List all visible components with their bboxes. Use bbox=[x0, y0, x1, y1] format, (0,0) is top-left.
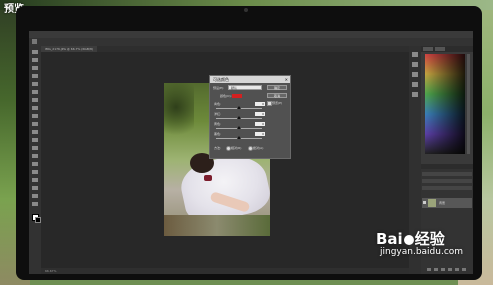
zoom-tool-icon[interactable] bbox=[32, 202, 38, 206]
slider-value[interactable]: 0 bbox=[255, 102, 265, 106]
slider-value[interactable]: 0 bbox=[255, 112, 265, 116]
pen-tool-icon[interactable] bbox=[32, 162, 38, 166]
fx-icon[interactable] bbox=[434, 268, 438, 271]
slider-label: 黑色: bbox=[214, 132, 222, 136]
crop-tool-icon[interactable] bbox=[32, 82, 38, 86]
hand-tool-icon[interactable] bbox=[32, 194, 38, 198]
layer-thumbnail bbox=[428, 199, 436, 207]
color-spectrum[interactable] bbox=[425, 54, 465, 154]
brand-right: 经验 bbox=[414, 230, 445, 248]
layers-footer bbox=[421, 268, 473, 272]
brush-tool-icon[interactable] bbox=[32, 106, 38, 110]
lasso-tool-icon[interactable] bbox=[32, 66, 38, 70]
slider-knob[interactable] bbox=[237, 106, 241, 109]
color-slider[interactable] bbox=[467, 54, 470, 154]
cancel-button[interactable]: 取消 bbox=[267, 93, 287, 98]
eraser-tool-icon[interactable] bbox=[32, 130, 38, 134]
slider-knob[interactable] bbox=[237, 136, 241, 139]
preset-select[interactable]: 默认 bbox=[228, 85, 262, 90]
marquee-tool-icon[interactable] bbox=[32, 58, 38, 62]
options-bar bbox=[29, 38, 473, 46]
tab-swatches[interactable] bbox=[435, 47, 445, 51]
move-tool-icon[interactable] bbox=[32, 50, 38, 54]
menu-bar[interactable] bbox=[29, 31, 473, 38]
dialog-title: 可选颜色 bbox=[210, 76, 290, 83]
toolbar bbox=[29, 46, 41, 274]
folder-icon[interactable] bbox=[455, 268, 459, 271]
relative-label: 相对(R) bbox=[231, 146, 242, 150]
eyedropper-tool-icon[interactable] bbox=[32, 90, 38, 94]
slider-value[interactable]: 0 bbox=[255, 122, 265, 126]
colors-select[interactable] bbox=[232, 94, 242, 98]
tab-color[interactable] bbox=[423, 47, 433, 51]
photo-ground bbox=[164, 215, 270, 236]
history-brush-icon[interactable] bbox=[32, 122, 38, 126]
slider-knob[interactable] bbox=[237, 116, 241, 119]
close-icon[interactable]: ✕ bbox=[285, 76, 288, 83]
brush-panel-icon[interactable] bbox=[412, 72, 418, 77]
brand-left: Bai bbox=[376, 230, 403, 248]
clone-stamp-icon[interactable] bbox=[32, 114, 38, 118]
preview-label: 预览(P) bbox=[272, 101, 283, 105]
adjustment-icon[interactable] bbox=[448, 268, 452, 271]
lock-row[interactable] bbox=[422, 186, 472, 190]
properties-panel-icon[interactable] bbox=[412, 62, 418, 67]
type-tool-icon[interactable] bbox=[32, 170, 38, 174]
slider-knob[interactable] bbox=[237, 126, 241, 129]
healing-brush-icon[interactable] bbox=[32, 98, 38, 102]
layer-name: 背景 bbox=[439, 201, 446, 205]
gradient-tool-icon[interactable] bbox=[32, 138, 38, 142]
yellow-slider[interactable] bbox=[216, 126, 262, 129]
character-panel-icon[interactable] bbox=[412, 82, 418, 87]
ok-button[interactable]: 确定 bbox=[267, 85, 287, 90]
layers-panel: 背景 bbox=[421, 164, 473, 274]
black-slider[interactable] bbox=[216, 136, 262, 139]
shape-tool-icon[interactable] bbox=[32, 186, 38, 190]
photo-foliage bbox=[164, 83, 194, 143]
slider-label: 黄色: bbox=[214, 122, 222, 126]
absolute-label: 绝对(A) bbox=[253, 146, 264, 150]
cyan-slider[interactable] bbox=[216, 106, 262, 109]
magenta-slider[interactable] bbox=[216, 116, 262, 119]
photo-bow bbox=[204, 175, 212, 181]
layers-panel-tabs bbox=[421, 164, 473, 169]
baidu-watermark: Bai 经验 jingyan.baidu.com bbox=[376, 230, 464, 258]
mask-icon[interactable] bbox=[441, 268, 445, 271]
path-select-icon[interactable] bbox=[32, 178, 38, 182]
colors-label: 颜色(O): bbox=[220, 94, 232, 98]
blend-mode-row[interactable] bbox=[422, 179, 472, 183]
layer-filter-row[interactable] bbox=[422, 172, 472, 176]
paw-icon bbox=[403, 234, 414, 245]
trash-icon[interactable] bbox=[462, 268, 466, 271]
slider-label: 洋红: bbox=[214, 112, 222, 116]
blur-tool-icon[interactable] bbox=[32, 146, 38, 150]
watermark-url: jingyan.baidu.com bbox=[380, 247, 464, 257]
slider-value[interactable]: 0 bbox=[255, 132, 265, 136]
move-tool-icon[interactable] bbox=[32, 39, 37, 44]
link-icon[interactable] bbox=[427, 268, 431, 271]
preset-label: 预设(E): bbox=[213, 86, 225, 90]
history-panel-icon[interactable] bbox=[412, 52, 418, 57]
status-bar: 66.67% bbox=[41, 268, 409, 274]
selective-color-dialog: 可选颜色 ✕ 预设(E): 默认 确定 颜色(O): 取消 预览(P) 青色: … bbox=[209, 75, 291, 159]
color-panel-tabs bbox=[421, 46, 473, 52]
camera-dot bbox=[244, 8, 248, 12]
eye-icon[interactable] bbox=[423, 201, 426, 204]
slider-label: 青色: bbox=[214, 102, 222, 106]
quick-select-tool-icon[interactable] bbox=[32, 74, 38, 78]
method-label: 方法: bbox=[214, 146, 222, 150]
layer-row[interactable]: 背景 bbox=[422, 198, 472, 208]
dodge-tool-icon[interactable] bbox=[32, 154, 38, 158]
paragraph-panel-icon[interactable] bbox=[412, 92, 418, 97]
